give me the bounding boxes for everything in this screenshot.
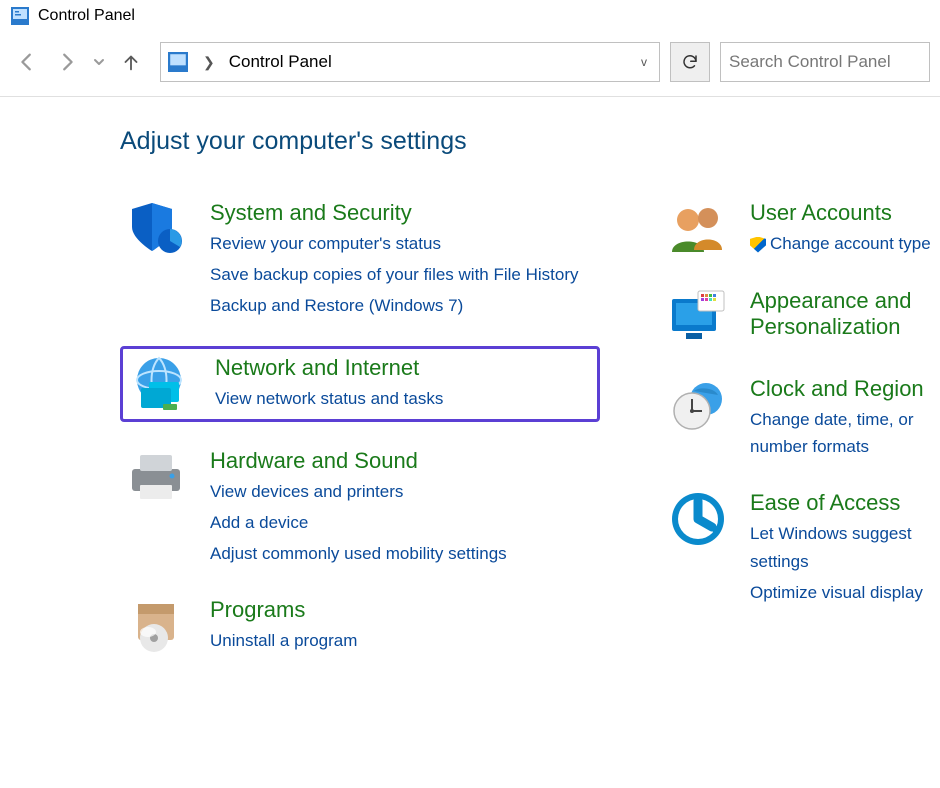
monitor-personalization-icon <box>664 288 732 346</box>
category-clock-region: Clock and Region Change date, time, or n… <box>660 372 940 464</box>
chevron-right-icon[interactable]: ❯ <box>197 54 221 71</box>
up-button[interactable] <box>114 45 148 79</box>
category-network-internet: Network and Internet View network status… <box>120 346 600 422</box>
ease-of-access-icon <box>664 490 732 548</box>
address-dropdown-icon[interactable]: v <box>635 55 653 69</box>
category-link[interactable]: Backup and Restore (Windows 7) <box>210 292 579 319</box>
category-user-accounts: User Accounts Change account type <box>660 196 940 262</box>
category-link[interactable]: Uninstall a program <box>210 627 357 654</box>
category-title[interactable]: System and Security <box>210 200 579 226</box>
shield-icon <box>124 200 192 258</box>
category-link[interactable]: View network status and tasks <box>215 385 443 412</box>
forward-button[interactable] <box>50 45 84 79</box>
category-title[interactable]: Network and Internet <box>215 355 443 381</box>
category-programs: Programs Uninstall a program <box>120 593 600 659</box>
category-hardware-sound: Hardware and Sound View devices and prin… <box>120 444 600 572</box>
control-panel-app-icon <box>10 6 30 26</box>
control-panel-icon <box>167 51 189 73</box>
category-title[interactable]: Clock and Region <box>750 376 936 402</box>
category-appearance: Appearance and Personalization <box>660 284 940 350</box>
category-link[interactable]: Optimize visual display <box>750 579 936 606</box>
address-bar[interactable]: ❯ Control Panel v <box>160 42 660 82</box>
users-icon <box>664 200 732 258</box>
content-area: Adjust your computer's settings System a… <box>0 97 940 659</box>
search-input[interactable] <box>729 52 921 72</box>
category-link[interactable]: Adjust commonly used mobility settings <box>210 540 507 567</box>
programs-icon <box>124 597 192 655</box>
category-column-left: System and Security Review your computer… <box>120 196 600 659</box>
explorer-toolbar: ❯ Control Panel v <box>0 36 940 97</box>
category-link[interactable]: Change account type <box>750 230 931 257</box>
category-link[interactable]: Let Windows suggest settings <box>750 520 936 574</box>
category-ease-of-access: Ease of Access Let Windows suggest setti… <box>660 486 940 610</box>
category-link[interactable]: Add a device <box>210 509 507 536</box>
category-title[interactable]: Ease of Access <box>750 490 936 516</box>
category-link[interactable]: Change date, time, or number formats <box>750 406 936 460</box>
refresh-button[interactable] <box>670 42 710 82</box>
category-system-security: System and Security Review your computer… <box>120 196 600 324</box>
search-box[interactable] <box>720 42 930 82</box>
category-title[interactable]: Appearance and Personalization <box>750 288 936 340</box>
window-titlebar: Control Panel <box>0 0 940 36</box>
page-heading: Adjust your computer's settings <box>120 127 940 156</box>
category-title[interactable]: Programs <box>210 597 357 623</box>
clock-globe-icon <box>664 376 732 434</box>
category-link[interactable]: Review your computer's status <box>210 230 579 257</box>
globe-network-icon <box>129 355 197 413</box>
breadcrumb-item[interactable]: Control Panel <box>229 52 332 72</box>
recent-locations-dropdown[interactable] <box>90 45 108 79</box>
category-column-right: User Accounts Change account type <box>660 196 940 659</box>
back-button[interactable] <box>10 45 44 79</box>
category-link[interactable]: Save backup copies of your files with Fi… <box>210 261 579 288</box>
window-title: Control Panel <box>38 7 135 25</box>
category-title[interactable]: Hardware and Sound <box>210 448 507 474</box>
category-link[interactable]: View devices and printers <box>210 478 507 505</box>
printer-icon <box>124 448 192 506</box>
category-title[interactable]: User Accounts <box>750 200 931 226</box>
